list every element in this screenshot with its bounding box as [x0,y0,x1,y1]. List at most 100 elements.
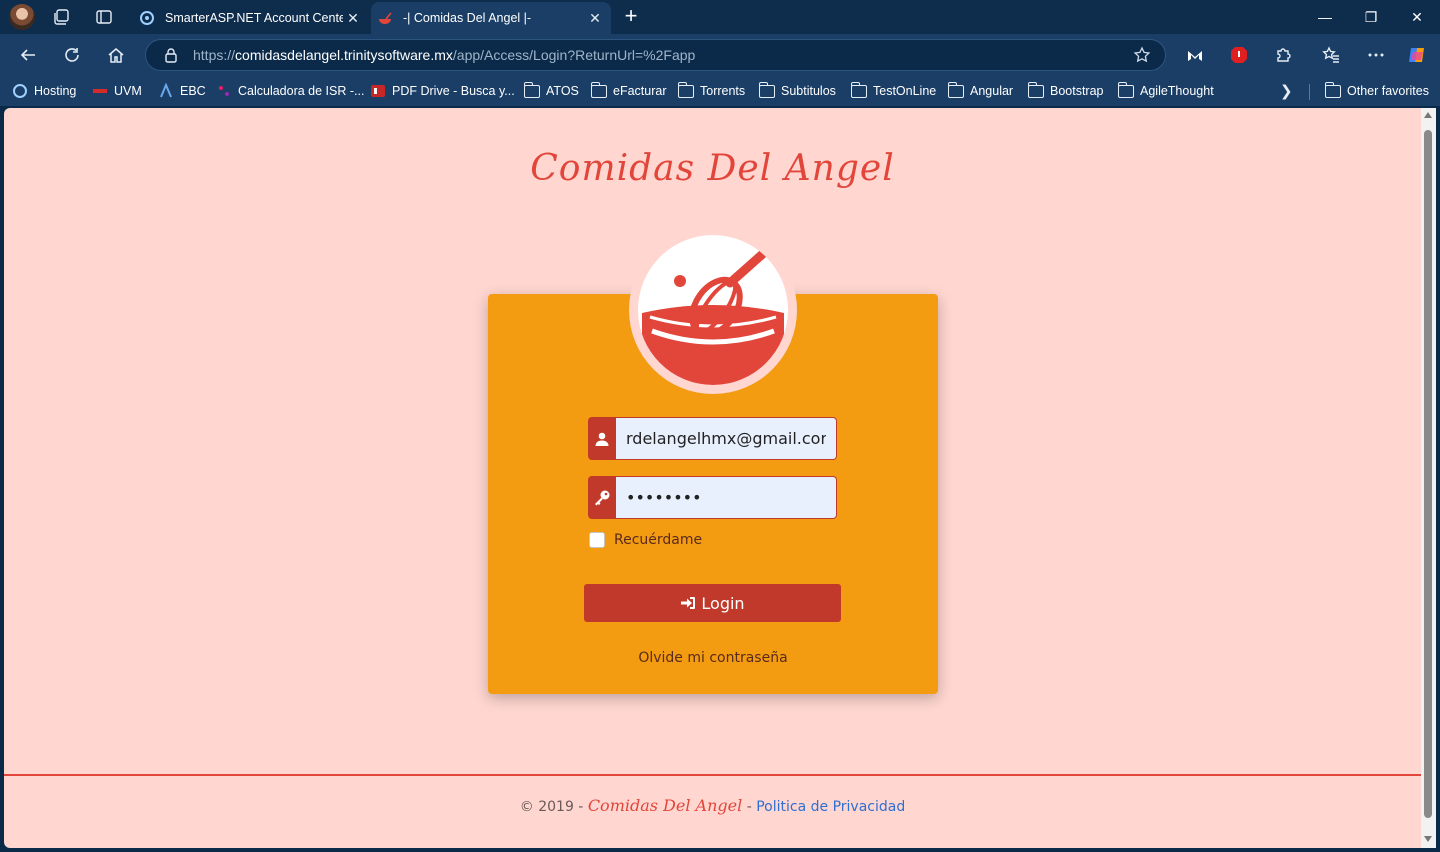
footer: © 2019 - Comidas Del Angel - Politica de… [4,796,1421,815]
tab-smarterasp[interactable]: SmarterASP.NET Account Center ✕ [133,2,369,34]
bookmarks-bar: Hosting UVM EBC Calculadora de ISR -... … [0,76,1440,106]
folder-icon [947,81,964,99]
close-window-icon[interactable]: ✕ [1405,6,1429,28]
more-menu-icon[interactable] [1365,44,1387,66]
folder-icon [523,81,540,99]
vertical-scrollbar[interactable] [1421,108,1436,848]
title-bar: SmarterASP.NET Account Center ✕ -| Comid… [0,0,1440,34]
whisk-bowl-logo-icon [638,235,788,385]
folder-icon [1324,81,1341,99]
hosting-icon [12,83,28,99]
scroll-up-icon[interactable] [1424,112,1432,118]
bookmark-pdfdrive[interactable]: PDF Drive - Busca y... [370,82,515,100]
refresh-icon[interactable] [61,44,83,66]
bookmark-label: TestOnLine [873,84,937,98]
minimize-icon[interactable]: — [1313,6,1337,28]
bookmark-agilethought[interactable]: AgileThought [1117,81,1214,100]
bookmark-calculadora[interactable]: Calculadora de ISR -... [216,82,364,100]
remember-checkbox[interactable] [589,532,605,548]
remember-me[interactable]: Recuérdame [588,530,702,550]
username-input[interactable] [616,417,837,460]
whisk-bowl-favicon [379,12,392,24]
home-icon[interactable] [105,44,127,66]
folder-icon [590,81,607,99]
logo-ring [629,226,797,394]
folder-icon [1117,81,1134,99]
privacy-link[interactable]: Politica de Privacidad [756,799,905,815]
sign-in-icon [681,597,696,609]
calc-icon [216,83,232,99]
folder-icon [758,81,775,99]
bookmark-label: Subtitulos [781,84,836,98]
close-tab-icon[interactable]: ✕ [343,10,363,27]
bookmark-label: UVM [114,84,142,98]
folder-icon [1027,81,1044,99]
scroll-down-icon[interactable] [1424,836,1432,842]
lock-icon[interactable] [163,47,179,63]
copilot-icon[interactable] [1406,44,1428,66]
bookmark-efacturar[interactable]: eFacturar [590,81,667,100]
bookmark-label: EBC [180,84,206,98]
scroll-thumb[interactable] [1424,130,1432,818]
tab-actions-icon[interactable] [95,8,113,26]
bookmark-bootstrap[interactable]: Bootstrap [1027,81,1104,100]
bookmark-label: ATOS [546,84,579,98]
password-input[interactable] [616,476,837,519]
page-title: Comidas Del Angel [530,148,895,189]
smarterasp-favicon [140,11,154,25]
profile-avatar[interactable] [9,4,35,30]
forgot-password-link[interactable]: Olvide mi contraseña [488,650,938,666]
bookmark-label: Other favorites [1347,84,1429,98]
bookmark-label: Bootstrap [1050,84,1104,98]
tab-title: -| Comidas Del Angel |- [403,11,532,25]
bookmark-angular[interactable]: Angular [947,81,1014,100]
workspaces-icon[interactable] [52,8,70,26]
bookmark-label: PDF Drive - Busca y... [392,84,515,98]
password-group [588,476,837,519]
bookmark-label: eFacturar [613,84,667,98]
extensions-puzzle-icon[interactable] [1272,44,1294,66]
bookmark-label: Angular [970,84,1014,98]
pdf-icon [370,83,386,99]
adblock-extension-icon[interactable] [1228,44,1250,66]
uvm-icon [92,83,108,99]
bookmark-subtitulos[interactable]: Subtitulos [758,81,836,100]
username-group [588,417,837,460]
bookmark-testonline[interactable]: TestOnLine [850,81,937,100]
bookmark-other-favorites[interactable]: Other favorites [1324,81,1429,100]
favorites-icon[interactable] [1320,44,1342,66]
close-tab-icon[interactable]: ✕ [585,10,605,27]
bookmark-label: Calculadora de ISR -... [238,84,365,98]
bookmark-label: Hosting [34,84,77,98]
bookmark-atos[interactable]: ATOS [523,81,579,100]
tab-comidas[interactable]: -| Comidas Del Angel |- ✕ [371,2,611,34]
new-tab-button[interactable]: + [620,5,642,28]
bookmark-uvm[interactable]: UVM [92,82,142,100]
folder-icon [677,81,694,99]
page-viewport: Comidas Del Angel Recuérdame [4,108,1421,848]
malwarebytes-extension-icon[interactable] [1184,44,1206,66]
footer-brand: Comidas Del Angel [587,796,743,815]
favorite-star-icon[interactable] [1133,46,1151,64]
folder-icon [850,81,867,99]
bookmark-label: Torrents [700,84,746,98]
url-text[interactable]: https://comidasdelangel.trinitysoftware.… [193,47,695,63]
address-bar[interactable]: https://comidasdelangel.trinitysoftware.… [145,39,1166,71]
login-button[interactable]: Login [584,584,841,622]
bookmark-hosting[interactable]: Hosting [12,82,76,100]
bookmarks-divider [1309,84,1310,100]
footer-copyright: © 2019 - [519,799,584,815]
chevron-right-icon[interactable]: ❯ [1280,82,1293,100]
browser-toolbar: https://comidasdelangel.trinitysoftware.… [0,34,1440,76]
footer-separator: - [746,799,752,815]
login-label: Login [701,593,745,613]
restore-icon[interactable]: ❐ [1359,6,1383,28]
user-icon [588,417,616,460]
tab-title: SmarterASP.NET Account Center [165,11,343,25]
back-icon[interactable] [17,44,39,66]
bookmark-label: AgileThought [1140,84,1214,98]
bookmark-ebc[interactable]: EBC [158,82,206,100]
footer-divider [4,774,1421,776]
bookmark-torrents[interactable]: Torrents [677,81,746,100]
remember-label: Recuérdame [614,532,703,548]
